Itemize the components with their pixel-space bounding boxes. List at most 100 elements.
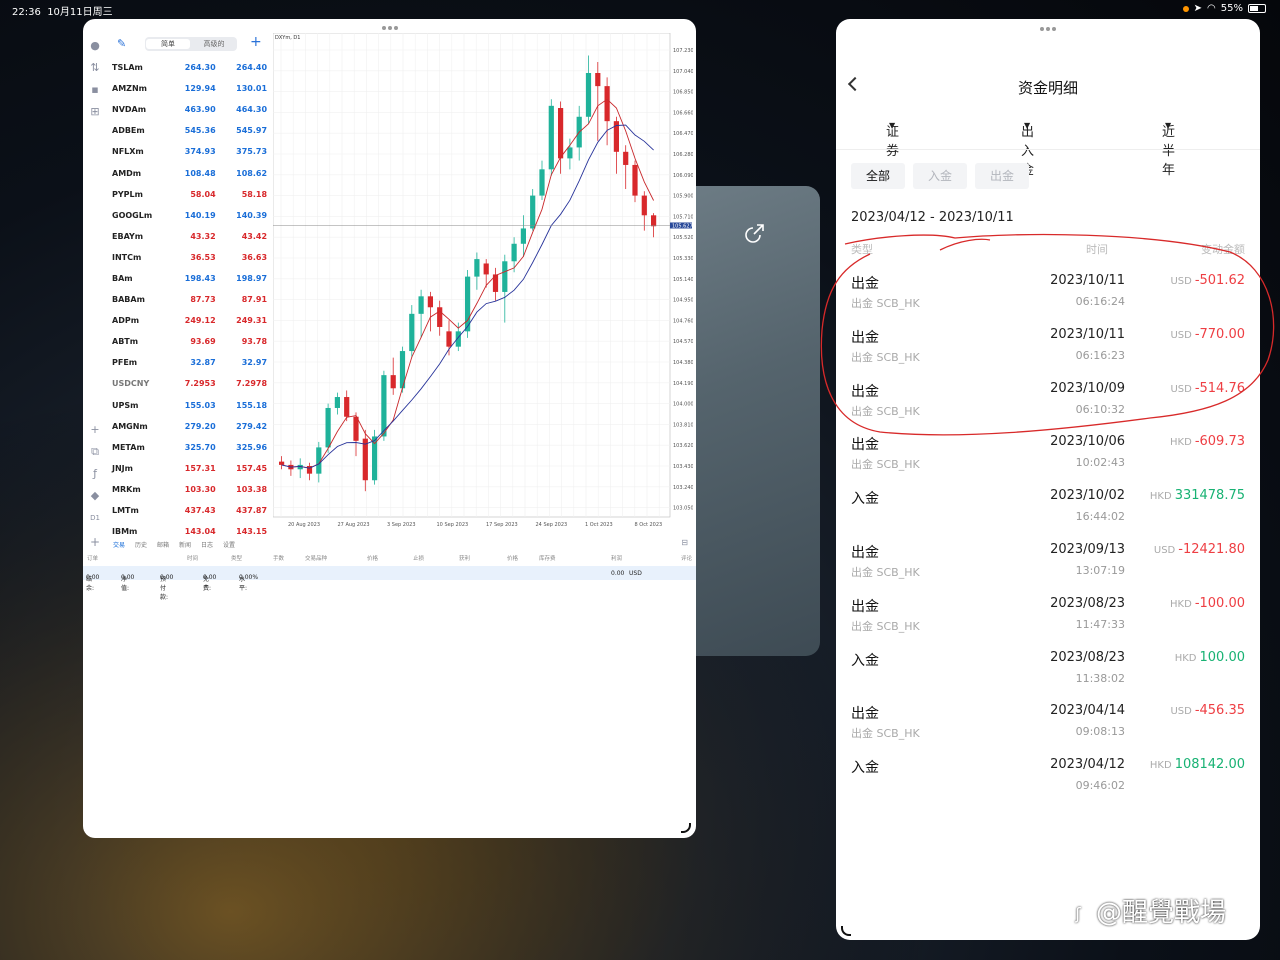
quote-ask: 198.97 [236, 273, 268, 283]
quote-row[interactable]: ADPm 249.12 249.31 [107, 310, 269, 331]
function-icon[interactable]: ƒ [88, 467, 102, 481]
currency-code: HKD [1149, 760, 1172, 772]
add-chart-icon[interactable]: ⊞ [88, 105, 102, 119]
quote-row[interactable]: EBAYm 43.32 43.42 [107, 226, 269, 247]
quote-symbol: JNJm [112, 463, 133, 473]
quote-row[interactable]: JNJm 157.31 157.45 [107, 458, 269, 479]
quote-row[interactable]: ABTm 93.69 93.78 [107, 331, 269, 352]
window-grabber[interactable] [1040, 27, 1056, 31]
quotes-icon[interactable]: ⇅ [88, 61, 102, 75]
price-tick-label: 105.900 [673, 194, 693, 200]
chat-icon[interactable]: ▪ [88, 83, 102, 97]
price-tick-label: 107.230 [673, 48, 693, 54]
chart-symbol-label: DXYm, D1 [275, 35, 300, 41]
transaction-date: 2023/10/11 [1050, 273, 1125, 288]
indicators-icon[interactable]: ⧉ [88, 445, 102, 459]
quote-row[interactable]: NVDAm 463.90 464.30 [107, 99, 269, 120]
crosshair-icon[interactable]: + [88, 423, 102, 437]
price-tick-label: 103.240 [673, 485, 693, 491]
add-symbol-icon[interactable]: + [250, 34, 262, 50]
transaction-time: 09:46:02 [1075, 779, 1125, 793]
date-tick-label: 1 Oct 2023 [585, 522, 613, 528]
quote-row[interactable]: AMZNm 129.94 130.01 [107, 78, 269, 99]
terminal-tab[interactable]: 设置 [223, 540, 235, 549]
column-header: 止损 [413, 556, 425, 562]
quote-ask: 157.45 [236, 463, 268, 473]
quote-ask: 43.42 [241, 231, 268, 241]
timeframe-button[interactable]: D1 [88, 511, 102, 525]
quote-row[interactable]: BAm 198.43 198.97 [107, 268, 269, 289]
quote-row[interactable]: BABAm 87.73 87.91 [107, 289, 269, 310]
quote-row[interactable]: TSLAm 264.30 264.40 [107, 57, 269, 78]
transaction-row[interactable]: 入金 2023/08/23 11:38:02 HKD 100.00 [851, 648, 1245, 702]
terminal-tab[interactable]: 交易 [113, 540, 125, 549]
quote-row[interactable]: LMTm 437.43 437.87 [107, 500, 269, 521]
account-icon[interactable]: ● [88, 39, 102, 53]
account-summary: 结余: 0.00 净值: 0.00 预付款: 0.00 免费: 0.00 水平:… [83, 566, 696, 601]
view-mode-segment: 简单 高级的 [145, 37, 237, 51]
quote-row[interactable]: UPSm 155.03 155.18 [107, 395, 269, 416]
quote-row[interactable]: AMDm 108.48 108.62 [107, 162, 269, 183]
transaction-channel: 出金 SCB_HK [851, 297, 920, 310]
transaction-channel: 出金 SCB_HK [851, 619, 920, 633]
window-grabber[interactable] [381, 26, 398, 30]
quote-row[interactable]: NFLXm 374.93 375.73 [107, 141, 269, 162]
price-tick-label: 106.280 [673, 152, 693, 158]
terminal-tab[interactable]: 新闻 [179, 540, 191, 549]
transaction-row[interactable]: 入金 2023/04/12 09:46:02 HKD 108142.00 [851, 755, 1245, 809]
segment-simple[interactable]: 简单 [146, 39, 190, 49]
currency-code: HKD [1170, 598, 1192, 610]
segment-advanced[interactable]: 高级的 [192, 39, 236, 49]
price-chart[interactable]: 107.230 107.040 106.850 106.660 106.470 106.2… [273, 33, 693, 533]
quote-row[interactable]: GOOGLm 140.19 140.39 [107, 205, 269, 226]
transaction-row[interactable]: 出金 出金 SCB_HK 2023/10/11 06:16:24 USD -501.62 [851, 271, 1245, 325]
price-tick-label: 106.470 [673, 131, 693, 137]
quote-row[interactable]: METAm 325.70 325.96 [107, 437, 269, 458]
terminal-tab[interactable]: 邮箱 [157, 540, 169, 549]
amount-value: 331478.75 [1174, 488, 1245, 504]
objects-icon[interactable]: ◆ [88, 489, 102, 503]
edit-icon[interactable]: ✎ [117, 37, 126, 50]
quote-row[interactable]: USDCNY 7.2953 7.2978 [107, 373, 269, 394]
quote-row[interactable]: ADBEm 545.36 545.97 [107, 120, 269, 141]
quote-row[interactable]: AMGNm 279.20 279.42 [107, 416, 269, 437]
layout-icon[interactable]: ⊟ [681, 538, 688, 547]
quote-row[interactable]: INTCm 36.53 36.63 [107, 247, 269, 268]
transaction-row[interactable]: 出金 出金 SCB_HK 2023/10/11 06:16:23 USD -770.00 [851, 325, 1245, 379]
candlestick-chart[interactable]: 107.230 107.040 106.850 106.660 106.470 106.2… [273, 33, 693, 533]
resize-handle[interactable] [681, 823, 691, 833]
external-link-icon[interactable] [744, 222, 766, 244]
quote-bid: 157.31 [184, 463, 216, 473]
quote-bid: 325.70 [184, 442, 216, 452]
chip-all[interactable]: 全部 [851, 163, 905, 189]
quote-row[interactable]: PFEm 32.87 32.97 [107, 352, 269, 373]
transaction-row[interactable]: 出金 出金 SCB_HK 2023/08/23 11:47:33 HKD -100.00 [851, 594, 1245, 648]
background-window-preview[interactable] [696, 186, 820, 656]
quote-bid: 437.43 [184, 506, 216, 516]
transaction-row[interactable]: 出金 出金 SCB_HK 2023/10/09 06:10:32 USD -514.76 [851, 379, 1245, 433]
quote-row[interactable]: PYPLm 58.04 58.18 [107, 184, 269, 205]
quote-bid: 32.87 [190, 358, 216, 368]
chip-deposit[interactable]: 入金 [913, 163, 967, 189]
resize-handle[interactable] [841, 926, 851, 936]
transaction-amount: USD -456.35 [1170, 703, 1245, 718]
quote-bid: 264.30 [184, 63, 216, 73]
transaction-row[interactable]: 出金 出金 SCB_HK 2023/04/14 09:08:13 USD -456.35 [851, 701, 1245, 755]
watermark: ʃ @醒覺戰場 [1064, 892, 1226, 929]
column-header: 手数 [273, 556, 285, 562]
add-icon[interactable]: + [90, 535, 100, 549]
quote-row[interactable]: IBMm 143.04 143.15 [107, 521, 269, 537]
quote-row[interactable]: MRKm 103.30 103.38 [107, 479, 269, 500]
chip-withdraw[interactable]: 出金 [975, 163, 1029, 189]
transaction-row[interactable]: 出金 出金 SCB_HK 2023/10/06 10:02:43 HKD -609.73 [851, 432, 1245, 486]
terminal-tab[interactable]: 日志 [201, 540, 213, 549]
transaction-row[interactable]: 出金 出金 SCB_HK 2023/09/13 13:07:19 USD -12421.8… [851, 540, 1245, 594]
quote-symbol: NVDAm [112, 105, 147, 115]
transaction-channel: 出金 SCB_HK [851, 404, 920, 418]
currency-code: HKD [1170, 437, 1192, 449]
transaction-row[interactable]: 入金 2023/10/02 16:44:02 HKD 331478.75 [851, 486, 1245, 540]
candle-body [511, 243, 517, 262]
column-header: 获利 [459, 556, 471, 562]
terminal-tab[interactable]: 历史 [135, 540, 147, 549]
caret-down-icon: ▼ [889, 121, 896, 130]
